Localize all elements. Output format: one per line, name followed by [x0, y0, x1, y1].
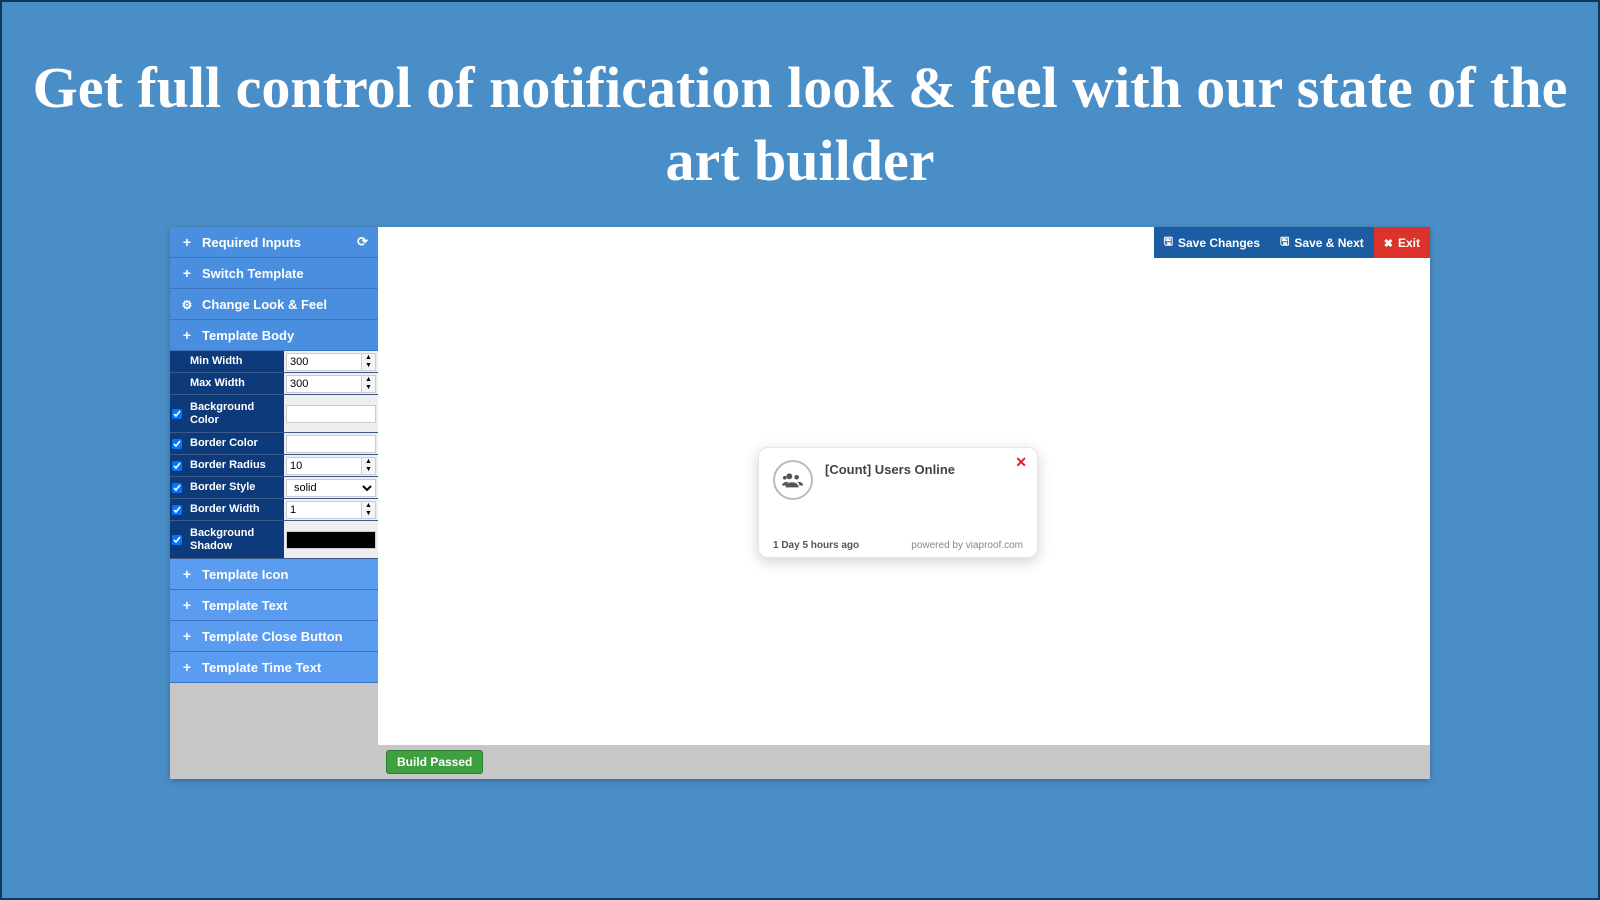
border-width-check[interactable]	[172, 505, 182, 515]
prop-border-radius: Border Radius ▲▼	[170, 455, 378, 477]
plus-icon	[180, 597, 194, 613]
users-icon	[773, 460, 813, 500]
bg-shadow-check[interactable]	[172, 535, 182, 545]
sidebar-label: Template Body	[202, 328, 294, 343]
prop-max-width: Max Width ▲▼	[170, 373, 378, 395]
plus-icon	[180, 659, 194, 675]
builder-panel: Required Inputs Switch Template Change L…	[170, 227, 1430, 779]
sidebar-template-time-text[interactable]: Template Time Text	[170, 652, 378, 683]
gear-icon	[180, 296, 194, 312]
btn-label: Save Changes	[1178, 236, 1260, 250]
prop-background-color: Background Color	[170, 395, 378, 433]
spinner-buttons[interactable]: ▲▼	[362, 501, 376, 519]
border-radius-input[interactable]	[286, 457, 362, 475]
save-next-button[interactable]: Save & Next	[1270, 227, 1374, 258]
exit-button[interactable]: Exit	[1374, 227, 1430, 258]
border-color-check[interactable]	[172, 439, 182, 449]
sidebar-change-look-feel[interactable]: Change Look & Feel	[170, 289, 378, 320]
plus-icon	[180, 566, 194, 582]
border-style-check[interactable]	[172, 483, 182, 493]
sidebar-label: Change Look & Feel	[202, 297, 327, 312]
save-icon	[1164, 233, 1173, 252]
border-radius-check[interactable]	[172, 461, 182, 471]
notification-powered-by: powered by viaproof.com	[911, 540, 1023, 551]
spinner-buttons[interactable]: ▲▼	[362, 457, 376, 475]
prop-background-shadow: Background Shadow	[170, 521, 378, 559]
prop-label: Border Radius	[184, 455, 284, 476]
prop-label: Border Style	[184, 477, 284, 498]
bg-color-check[interactable]	[172, 409, 182, 419]
border-style-select[interactable]: solid	[286, 479, 376, 497]
btn-label: Save & Next	[1294, 236, 1363, 250]
min-width-input[interactable]	[286, 353, 362, 371]
prop-border-width: Border Width ▲▼	[170, 499, 378, 521]
save-changes-button[interactable]: Save Changes	[1154, 227, 1270, 258]
top-toolbar: Save Changes Save & Next Exit	[1154, 227, 1430, 258]
build-status-badge: Build Passed	[386, 750, 483, 774]
sidebar-template-body[interactable]: Template Body	[170, 320, 378, 351]
save-icon	[1280, 233, 1289, 252]
spinner-buttons[interactable]: ▲▼	[362, 353, 376, 371]
sidebar-switch-template[interactable]: Switch Template	[170, 258, 378, 289]
prop-border-style: Border Style solid	[170, 477, 378, 499]
prop-label: Border Color	[184, 433, 284, 454]
canvas: Save Changes Save & Next Exit ✕	[378, 227, 1430, 779]
plus-icon	[180, 628, 194, 644]
sidebar-label: Switch Template	[202, 266, 304, 281]
prop-border-color: Border Color	[170, 433, 378, 455]
sidebar-template-text[interactable]: Template Text	[170, 590, 378, 621]
sidebar-template-close-button[interactable]: Template Close Button	[170, 621, 378, 652]
sidebar-label: Template Icon	[202, 567, 288, 582]
plus-icon	[180, 234, 194, 250]
border-color-swatch[interactable]	[286, 435, 376, 453]
refresh-icon[interactable]	[357, 234, 368, 250]
prop-min-width: Min Width ▲▼	[170, 351, 378, 373]
sidebar-label: Template Time Text	[202, 660, 321, 675]
close-icon	[1384, 236, 1393, 250]
prop-label: Max Width	[184, 373, 284, 394]
sidebar-label: Template Close Button	[202, 629, 343, 644]
prop-label: Border Width	[184, 499, 284, 520]
notification-title: [Count] Users Online	[825, 460, 955, 477]
plus-icon	[180, 327, 194, 343]
sidebar-label: Required Inputs	[202, 235, 301, 250]
prop-label: Background Shadow	[184, 521, 284, 558]
notification-close-icon[interactable]: ✕	[1015, 454, 1027, 471]
notification-time: 1 Day 5 hours ago	[773, 540, 859, 551]
prop-label: Min Width	[184, 351, 284, 372]
status-bar: Build Passed	[378, 745, 1430, 779]
max-width-input[interactable]	[286, 375, 362, 393]
sidebar-template-icon[interactable]: Template Icon	[170, 559, 378, 590]
border-width-input[interactable]	[286, 501, 362, 519]
plus-icon	[180, 265, 194, 281]
sidebar: Required Inputs Switch Template Change L…	[170, 227, 378, 779]
bg-shadow-swatch[interactable]	[286, 531, 376, 549]
bg-color-swatch[interactable]	[286, 405, 376, 423]
btn-label: Exit	[1398, 236, 1420, 250]
sidebar-required-inputs[interactable]: Required Inputs	[170, 227, 378, 258]
prop-label: Background Color	[184, 395, 284, 432]
page-headline: Get full control of notification look & …	[22, 52, 1578, 197]
spinner-buttons[interactable]: ▲▼	[362, 375, 376, 393]
page-frame: Get full control of notification look & …	[0, 0, 1600, 900]
sidebar-label: Template Text	[202, 598, 287, 613]
notification-preview: ✕ [Count] Users Online	[758, 447, 1038, 558]
